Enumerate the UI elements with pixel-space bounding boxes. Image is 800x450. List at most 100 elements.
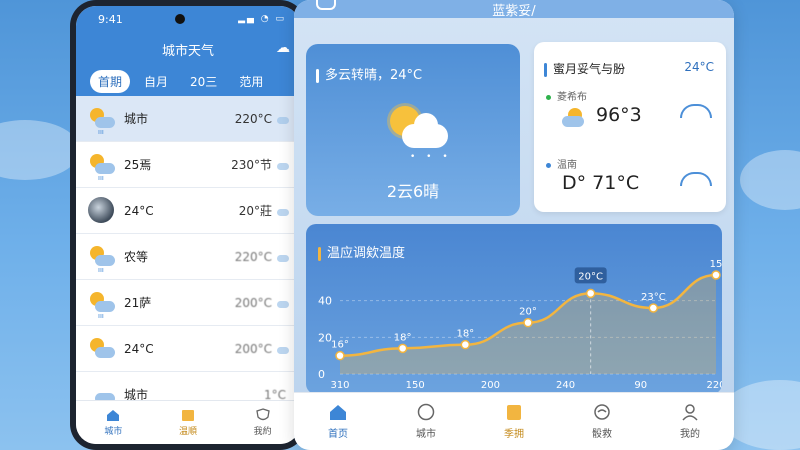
x-tick-label: 240 [556, 380, 575, 391]
nav-season[interactable]: 季拥 [504, 403, 524, 440]
nav-me[interactable]: 我約 [254, 408, 272, 437]
weather-mini-icon [276, 112, 290, 126]
city-row[interactable]: ııı 21萨 200°C [76, 280, 300, 326]
temperature-chart-panel: 温应调欸温度 020403101502002409022016°18°18°20… [306, 224, 722, 394]
partly-cloudy-rain-icon: ııı [88, 151, 116, 182]
x-tick-label: 90 [634, 380, 647, 391]
nav-city[interactable]: 城市 [416, 403, 436, 440]
weather-mini-icon [276, 204, 290, 218]
card-bottom-nav: 首页 城市 季拥 骰救 我的 [294, 392, 734, 450]
y-tick-label: 0 [318, 368, 325, 381]
data-label: 16° [331, 340, 349, 351]
city-temp: 200°C [234, 295, 272, 310]
city-row[interactable]: 24°C 20°莊 [76, 188, 300, 234]
nav-label: 城市 [416, 429, 436, 440]
background-cloud [0, 120, 80, 180]
y-tick-label: 20 [318, 331, 332, 344]
data-point [648, 303, 659, 313]
x-tick-label: 310 [330, 380, 349, 391]
forecast-title-text: 蜜月妥气与肦 [553, 62, 626, 76]
data-point [585, 288, 596, 299]
tab-home[interactable]: 首期 [90, 69, 131, 93]
data-label: 15 [710, 259, 722, 270]
tab-month[interactable]: 自月 [136, 70, 176, 93]
tab-range[interactable]: 范用 [231, 70, 271, 93]
tray-icon[interactable] [316, 0, 336, 10]
city-row[interactable]: 24°C 200°C [76, 326, 300, 372]
nav-me[interactable]: 我的 [680, 403, 700, 440]
city-name: 农等 [124, 250, 149, 264]
app-header: 城市天气 ☁ [76, 32, 300, 66]
location-value: D° 71°C [562, 172, 640, 194]
city-temp: 220°C [234, 249, 272, 264]
x-tick-label: 150 [406, 380, 425, 391]
signal-wifi-battery-icon: ▂▄ ◔ ▭ [238, 14, 286, 24]
calendar-icon [507, 405, 521, 420]
tab-bar: 首期 自月 20三 范用 [76, 66, 300, 96]
wind-wave-icon [680, 172, 712, 186]
nav-label: 城市 [104, 427, 123, 437]
nav-label: 我約 [253, 427, 272, 437]
city-name: 25焉 [124, 158, 152, 172]
forecast-temp: 24°C [684, 60, 714, 74]
city-name: 城市 [124, 112, 149, 126]
weather-mini-icon [276, 296, 290, 310]
city-row[interactable]: ııı 农等 220°C [76, 234, 300, 280]
circle-icon [417, 403, 435, 421]
status-bar: 9:41 ▂▄ ◔ ▭ [76, 6, 300, 32]
city-temp: 200°C [234, 341, 272, 356]
current-weather-panel[interactable]: 多云转晴，24°C • • • 2云6晴 [306, 44, 520, 216]
background-cloud [740, 150, 800, 210]
card-title: 蓝紫妥/ [294, 0, 734, 19]
current-weather-text: 多云转晴，24°C [325, 68, 423, 83]
data-label: 20°C [578, 271, 603, 282]
partly-cloudy-icon [88, 335, 116, 363]
nav-wind[interactable]: 骰救 [592, 403, 612, 440]
nav-city[interactable]: 城市 [104, 408, 122, 437]
x-tick-label: 220 [706, 380, 722, 391]
wind-icon [594, 404, 610, 420]
location-label: 菱希布 [546, 88, 587, 103]
data-point [460, 339, 471, 350]
user-icon [682, 404, 698, 421]
data-point [523, 317, 533, 328]
nav-home[interactable]: 首页 [328, 403, 348, 440]
current-weather-title: 多云转晴，24°C [316, 64, 422, 83]
location-name: 温南 [557, 160, 577, 171]
phone-screen: 9:41 ▂▄ ◔ ▭ 城市天气 ☁ 首期 自月 20三 范用 ııı 城市 2… [76, 6, 300, 444]
nav-label: 季拥 [504, 429, 524, 440]
nav-label: 首页 [328, 429, 348, 440]
city-name: 24°C [124, 203, 154, 218]
weather-mini-icon [276, 158, 290, 172]
partly-cloudy-icon [560, 106, 588, 130]
x-tick-label: 200 [481, 380, 500, 391]
temperature-line-chart: 0 20 40 310 150 200 240 90 220 16° 18° 18° 20° 20°C 23… [318, 259, 722, 391]
phone-mockup: 9:41 ▂▄ ◔ ▭ 城市天气 ☁ 首期 自月 20三 范用 ııı 城市 2… [70, 0, 306, 450]
home-icon [330, 405, 346, 420]
forecast-title: 蜜月妥气与肦 [544, 60, 625, 77]
calendar-icon [181, 410, 194, 421]
city-row[interactable]: ııı 25焉 230°节 [76, 142, 300, 188]
city-name: 24°C [124, 341, 154, 356]
nav-label: 温順 [178, 427, 197, 437]
wind-wave-icon [680, 104, 712, 118]
data-point [711, 270, 721, 280]
forecast-card[interactable]: 蜜月妥气与肦 24°C 菱希布 96°3 温南 D° 71°C [534, 42, 726, 212]
accent-bar [544, 62, 547, 77]
y-tick-label: 40 [318, 295, 332, 308]
data-label: 23°C [641, 292, 666, 303]
home-icon [107, 410, 120, 421]
data-point [397, 343, 408, 354]
data-label: 18° [456, 329, 474, 340]
city-temp: 20°莊 [238, 204, 272, 218]
weather-dashboard-card: 蓝紫妥/ 多云转晴，24°C • • • 2云6晴 蜜月妥气与肦 24°C 菱希… [294, 0, 734, 450]
data-point [335, 350, 345, 361]
data-label: 20° [519, 307, 537, 318]
card-title-text: 蓝紫妥/ [492, 4, 536, 19]
tab-20[interactable]: 20三 [182, 70, 225, 93]
location-name: 菱希布 [557, 92, 587, 103]
city-row[interactable]: ııı 城市 220°C [76, 96, 300, 142]
cloud-icon[interactable]: ☁ [276, 40, 290, 56]
accent-bar [316, 68, 319, 83]
nav-temp[interactable]: 温順 [179, 408, 197, 437]
